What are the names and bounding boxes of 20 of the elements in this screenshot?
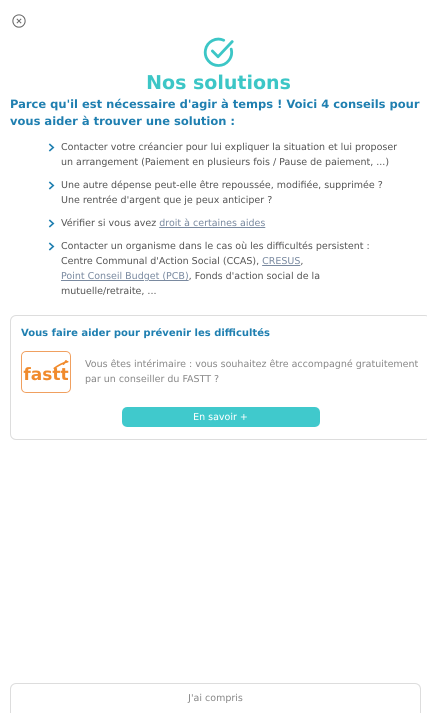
fastt-logo: fastt	[21, 351, 71, 393]
tip-link[interactable]: droit à certaines aides	[159, 218, 266, 229]
chevron-icon	[48, 219, 55, 228]
page-title: Nos solutions	[146, 72, 291, 94]
chevron-icon	[48, 242, 55, 251]
tip-text: Une autre dépense peut-elle être repoussée, modifiée, supprimée ? Une rentrée d'argent que je peux anticiper ?	[61, 179, 384, 208]
card-title: Vous faire aider pour prévenir les difficultés	[21, 328, 271, 339]
understood-button[interactable]: J'ai compris	[10, 683, 421, 713]
tip-text: Vérifier si vous avez droit à certaines aides	[61, 217, 266, 231]
card-text: Vous êtes intérimaire : vous souhaitez être accompagné gratuitement par un conseiller du FASTT ?	[85, 358, 420, 387]
tip-link[interactable]: Point Conseil Budget (PCB)	[61, 271, 189, 282]
tip-text: Contacter votre créancier pour lui expliquer la situation et lui proposer un arrangement (Paiement en plusieurs fois / Pause de paiement, ...)	[61, 141, 398, 170]
tip-text: Contacter un organisme dans le cas où les difficultés persistent : Centre Communal d'Action Social (CCAS), CRESUS, Point Conseil Budget (PCB), Fonds d'action social de la mutuelle/retraite, ...	[61, 240, 371, 299]
chevron-icon	[48, 143, 55, 152]
learn-more-button[interactable]: En savoir +	[122, 407, 320, 427]
tip-link[interactable]: CRESUS	[262, 256, 300, 267]
intro-text: Parce qu'il est nécessaire d'agir à temps ! Voici 4 conseils pour vous aider à trouver une solution :	[10, 96, 421, 130]
close-icon[interactable]	[12, 14, 26, 28]
chevron-icon	[48, 181, 55, 190]
check-circle-icon	[202, 36, 234, 68]
